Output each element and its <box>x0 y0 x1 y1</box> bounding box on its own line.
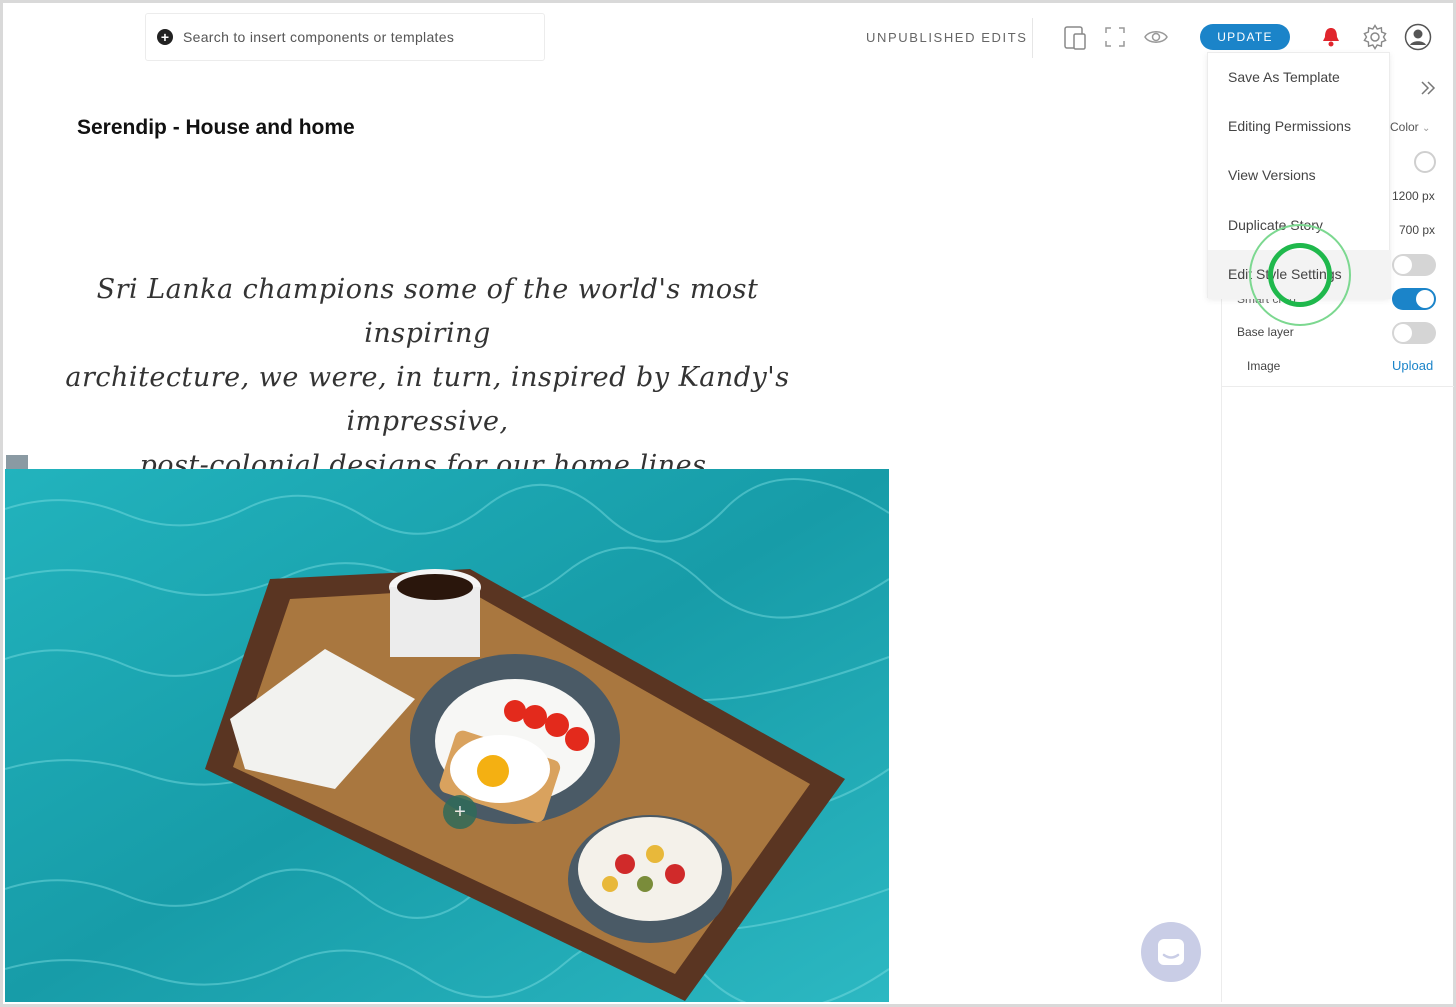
collapse-panel-icon[interactable] <box>1420 81 1436 95</box>
add-circle-icon: + <box>157 29 173 45</box>
color-select[interactable]: Color ⌄ <box>1390 120 1430 134</box>
height-value[interactable]: 700 px <box>1399 223 1435 237</box>
panel-divider <box>1222 386 1454 387</box>
quote-line: Sri Lanka champions some of the world's … <box>96 274 759 349</box>
chevron-down-icon: ⌄ <box>1422 123 1431 134</box>
menu-item-save-as-template[interactable]: Save As Template <box>1208 53 1391 102</box>
menu-item-view-versions[interactable]: View Versions <box>1208 151 1391 200</box>
script-quote[interactable]: Sri Lanka champions some of the world's … <box>40 268 815 488</box>
first-toggle[interactable] <box>1392 254 1436 276</box>
quote-line: architecture, we were, in turn, inspired… <box>65 362 790 437</box>
page-title[interactable]: Serendip - House and home <box>77 116 355 140</box>
color-radio[interactable] <box>1414 151 1436 173</box>
image-label: Image <box>1247 359 1281 373</box>
click-indicator-inner <box>1268 243 1332 307</box>
block-handle[interactable] <box>6 455 28 469</box>
color-select-label: Color <box>1390 120 1419 134</box>
base-layer-toggle[interactable] <box>1392 322 1436 344</box>
gear-icon[interactable] <box>1362 24 1388 50</box>
fullscreen-icon[interactable] <box>1105 27 1125 47</box>
hero-image[interactable] <box>5 469 889 1002</box>
update-button[interactable]: UPDATE <box>1200 24 1290 50</box>
menu-item-editing-permissions[interactable]: Editing Permissions <box>1208 102 1391 151</box>
bell-icon[interactable] <box>1322 26 1340 48</box>
chat-launcher-button[interactable] <box>1141 922 1201 982</box>
add-block-button[interactable]: + <box>443 795 477 829</box>
component-search-input[interactable]: + Search to insert components or templat… <box>145 13 545 61</box>
width-value[interactable]: 1200 px <box>1392 189 1435 203</box>
upload-link[interactable]: Upload <box>1392 358 1433 373</box>
base-layer-label: Base layer <box>1237 325 1294 339</box>
eye-icon[interactable] <box>1144 28 1168 46</box>
user-avatar-icon[interactable] <box>1404 23 1432 51</box>
toolbar-divider <box>1032 18 1033 58</box>
smart-crop-toggle[interactable] <box>1392 288 1436 310</box>
unpublished-edits-status: UNPUBLISHED EDITS <box>866 30 1028 45</box>
mobile-preview-icon[interactable] <box>1063 25 1087 51</box>
chat-icon <box>1158 939 1184 965</box>
search-placeholder: Search to insert components or templates <box>183 29 455 45</box>
